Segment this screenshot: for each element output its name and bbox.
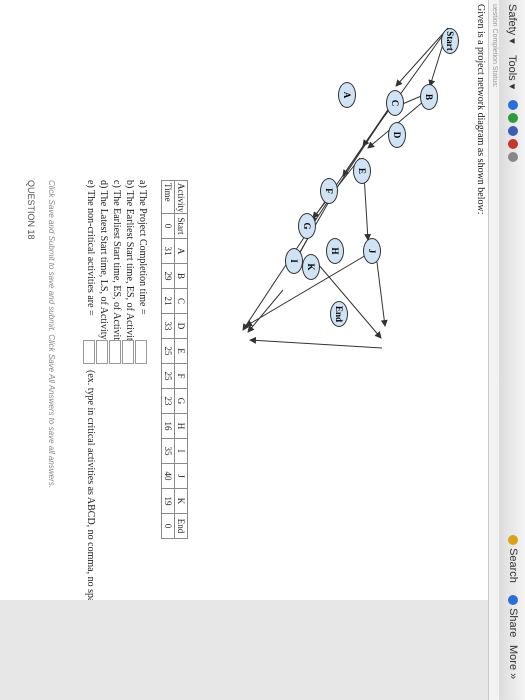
- question-e-hint: (ex. type in critical activities as ABCD…: [85, 370, 96, 615]
- node-end: End: [330, 301, 348, 327]
- search-button[interactable]: Search: [507, 535, 519, 583]
- edge: [395, 27, 449, 87]
- edge: [376, 261, 388, 327]
- question-d: d) The Latest Start time, LS, of Activit…: [98, 180, 109, 357]
- answer-d-input[interactable]: [96, 340, 108, 364]
- help-icon[interactable]: [507, 100, 518, 110]
- question-a: a) The Project Completion time =: [137, 180, 148, 315]
- rotated-screenshot: Safety ▾ Tools ▾ Search Share More » ues…: [0, 0, 525, 700]
- table-row: Time 0 31 29 21 33 25 25 23 16 35 40 19 …: [161, 180, 175, 539]
- answer-b-input[interactable]: [122, 340, 134, 364]
- answer-e-input[interactable]: [83, 340, 95, 364]
- node-f: F: [320, 178, 338, 204]
- page-icon[interactable]: [507, 113, 518, 124]
- node-d: D: [388, 122, 406, 148]
- search-icon: [507, 535, 518, 545]
- status-strip: uestion Completion Status:: [488, 0, 499, 700]
- answer-c-input[interactable]: [109, 340, 121, 364]
- more-button[interactable]: More »: [507, 645, 519, 679]
- browser-toolbar: Safety ▾ Tools ▾ Search Share More »: [498, 0, 525, 700]
- node-g: G: [298, 213, 316, 239]
- activity-table: Activity Start A B C D E F G H I J K End…: [161, 180, 188, 539]
- gear-icon[interactable]: [507, 152, 518, 163]
- node-c: C: [386, 90, 404, 116]
- table-row: Activity Start A B C D E F G H I J K End: [174, 180, 188, 539]
- mail-icon[interactable]: [507, 126, 518, 137]
- node-j: J: [363, 238, 381, 264]
- edge: [242, 97, 397, 331]
- activity-label: Activity: [174, 180, 188, 214]
- share-icon: [507, 595, 518, 605]
- toolbar-icons: [507, 100, 519, 163]
- next-question-label: QUESTION 18: [26, 180, 36, 240]
- node-h: H: [326, 238, 344, 264]
- edge: [317, 263, 382, 339]
- node-k: K: [302, 254, 320, 280]
- node-a: A: [338, 82, 356, 108]
- page-side-margin: [0, 600, 488, 700]
- time-label: Time: [161, 180, 175, 214]
- question-e: e) The non-critical activities are =: [85, 180, 96, 316]
- question-page: Given is a project network diagram as sh…: [0, 0, 488, 700]
- save-hint: Click Save and Submit to save and submit…: [47, 180, 56, 488]
- node-b: B: [420, 84, 438, 110]
- question-c: c) The Earliest Start time, ES, of Activ…: [111, 180, 122, 363]
- share-button[interactable]: Share: [507, 595, 519, 637]
- node-i: I: [285, 248, 303, 274]
- browser-view: Safety ▾ Tools ▾ Search Share More » ues…: [0, 0, 525, 700]
- blog-icon[interactable]: [507, 139, 518, 150]
- tools-menu[interactable]: Tools ▾: [506, 55, 519, 89]
- question-b: b) The Earliest Start time, ES, of Activ…: [124, 180, 135, 362]
- safety-menu[interactable]: Safety ▾: [506, 4, 519, 44]
- answer-a-input[interactable]: [135, 340, 147, 364]
- edge: [249, 336, 383, 349]
- node-start: Start: [441, 28, 459, 54]
- node-e: E: [353, 158, 371, 184]
